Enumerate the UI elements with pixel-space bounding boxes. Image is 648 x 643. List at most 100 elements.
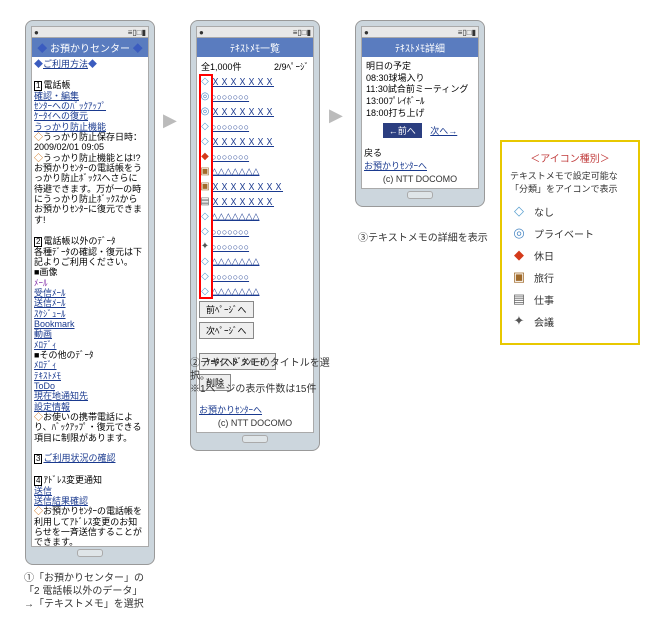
memo-row[interactable]: ▣ＸＸＸＸＸＸＸＸ xyxy=(199,179,311,194)
prev-button[interactable]: ←前へ xyxy=(383,123,422,138)
memo-title[interactable]: ○○○○○○○ xyxy=(211,242,311,252)
meeting-icon: ✦ xyxy=(510,313,528,329)
memo-title[interactable]: △△△△△△△ xyxy=(211,211,311,222)
none-icon: ◇ xyxy=(199,136,211,148)
section-otherdata: 電話帳以外のﾃﾞｰﾀ xyxy=(43,236,115,246)
link-settings[interactable]: 設定情報 xyxy=(34,402,146,412)
private-icon: ◎ xyxy=(199,106,211,118)
link-schedule[interactable]: ｽｹｼﾞｭｰﾙ xyxy=(34,309,146,319)
window-title: ﾃｷｽﾄﾒﾓ詳細 xyxy=(361,38,479,57)
link-todo[interactable]: ToDo xyxy=(34,381,146,391)
back-link[interactable]: お預かりｾﾝﾀｰへ xyxy=(199,403,311,416)
arrow-icon: ▶ xyxy=(329,105,343,126)
private-icon: ◎ xyxy=(199,91,211,103)
usage-heading[interactable]: ご利用方法 xyxy=(43,59,88,69)
link-location[interactable]: 現在地通知先 xyxy=(34,391,146,401)
scroll-button[interactable] xyxy=(242,435,268,443)
memo-row[interactable]: ▣△△△△△△△ xyxy=(199,164,311,179)
memo-row[interactable]: ◇ＸＸＸＸＸＸＸ xyxy=(199,74,311,89)
status-bar: ● ≡▯□▮ xyxy=(31,26,149,38)
memo-row[interactable]: ◎○○○○○○○ xyxy=(199,89,311,104)
memo-row[interactable]: ◇△△△△△△△ xyxy=(199,209,311,224)
misc-note: お使いの携帯電話により、ﾊﾞｯｸｱｯﾌﾟ・復元できる項目に制限があります。 xyxy=(34,412,141,443)
memo-row[interactable]: ◇△△△△△△△ xyxy=(199,254,311,269)
link-inbox[interactable]: 受信ﾒｰﾙ xyxy=(34,288,146,298)
memo-title[interactable]: ○○○○○○○ xyxy=(211,152,311,162)
next-link[interactable]: 次へ→ xyxy=(430,126,457,136)
memo-title[interactable]: ＸＸＸＸＸＸＸ xyxy=(211,135,311,148)
holiday-icon: ◆ xyxy=(510,247,528,263)
memo-row[interactable]: ◇ＸＸＸＸＸＸＸ xyxy=(199,134,311,149)
memo-row[interactable]: ▤ＸＸＸＸＸＸＸ xyxy=(199,194,311,209)
link-bookmark[interactable]: Bookmark xyxy=(34,319,146,329)
memo-row[interactable]: ✦○○○○○○○ xyxy=(199,239,311,254)
link-restore[interactable]: ｹｰﾀｲへの復元 xyxy=(34,111,146,121)
memo-row[interactable]: ◇○○○○○○○ xyxy=(199,269,311,284)
section-badge: 2 xyxy=(34,237,42,247)
none-icon: ◇ xyxy=(199,271,211,283)
link-edit[interactable]: 確認・編集 xyxy=(34,91,146,101)
memo-title[interactable]: △△△△△△△ xyxy=(211,166,311,177)
otherdata-note: 各種ﾃﾞｰﾀの確認・復元は下記よりご利用ください。 xyxy=(34,247,146,268)
memo-title[interactable]: ○○○○○○○ xyxy=(211,92,311,102)
none-icon: ◇ xyxy=(510,203,528,219)
detail-line: 明日の予定 xyxy=(366,61,474,73)
prev-page-button[interactable]: 前ﾍﾟｰｼﾞへ xyxy=(199,301,254,318)
ukkari-note: うっかり防止機能とは!? xyxy=(43,153,141,163)
travel-icon: ▣ xyxy=(199,166,211,178)
memo-row[interactable]: ◇○○○○○○○ xyxy=(199,224,311,239)
back-link[interactable]: お預かりｾﾝﾀｰへ xyxy=(364,159,476,172)
link-ukkari[interactable]: うっかり防止機能 xyxy=(34,122,146,132)
memo-row[interactable]: ◆○○○○○○○ xyxy=(199,149,311,164)
private-icon: ◎ xyxy=(510,225,528,241)
link-sent[interactable]: 送信ﾒｰﾙ xyxy=(34,298,146,308)
link-video[interactable]: 動画 xyxy=(34,329,146,339)
memo-title[interactable]: △△△△△△△ xyxy=(211,286,311,297)
legend-row: ▣旅行 xyxy=(510,269,630,285)
legend-row: ◆休日 xyxy=(510,247,630,263)
scroll-button[interactable] xyxy=(407,191,433,199)
detail-line: 18:00打ち上げ xyxy=(366,108,474,120)
memo-title[interactable]: ○○○○○○○ xyxy=(211,122,311,132)
link-backup[interactable]: ｾﾝﾀｰへのﾊﾞｯｸｱｯﾌﾟ xyxy=(34,101,146,111)
work-icon: ▤ xyxy=(510,291,528,307)
next-page-button[interactable]: 次ﾍﾟｰｼﾞへ xyxy=(199,322,254,339)
memo-row[interactable]: ◇△△△△△△△ xyxy=(199,284,311,299)
phone-1: ● ≡▯□▮ ◆ お預かりセンター ◆ ◆ご利用方法◆ 1電話帳 確認・編集 ｾ… xyxy=(25,20,155,565)
memo-title[interactable]: ＸＸＸＸＸＸＸ xyxy=(211,195,311,208)
none-icon: ◇ xyxy=(199,211,211,223)
ukkari-label: うっかり防止保存日時： xyxy=(43,132,142,142)
memo-title[interactable]: ＸＸＸＸＸＸＸＸ xyxy=(211,180,311,193)
memo-title[interactable]: ○○○○○○○ xyxy=(211,227,311,237)
memo-title[interactable]: ＸＸＸＸＸＸＸ xyxy=(211,105,311,118)
link-melody[interactable]: ﾒﾛﾃﾞｨ xyxy=(34,340,146,350)
link-send[interactable]: 送信 xyxy=(34,486,146,496)
link-textmemo[interactable]: ﾃｷｽﾄﾒﾓ xyxy=(34,371,146,381)
memo-title[interactable]: ○○○○○○○ xyxy=(211,272,311,282)
caption-2: ②テキストメモのタイトルを選択。 ※1ページの表示件数は15件 xyxy=(190,357,330,396)
mail-h: ﾒｰﾙ xyxy=(34,278,146,288)
none-icon: ◇ xyxy=(199,286,211,298)
memo-title[interactable]: △△△△△△△ xyxy=(211,256,311,267)
link-melody2[interactable]: ﾒﾛﾃﾞｨ xyxy=(34,360,146,370)
memo-row[interactable]: ◎ＸＸＸＸＸＸＸ xyxy=(199,104,311,119)
section-badge: 3 xyxy=(34,454,42,464)
memo-row[interactable]: ◇○○○○○○○ xyxy=(199,119,311,134)
diamond-icon: ◆ xyxy=(37,44,47,55)
memo-list: ◇ＸＸＸＸＸＸＸ◎○○○○○○○◎ＸＸＸＸＸＸＸ◇○○○○○○○◇ＸＸＸＸＸＸＸ… xyxy=(199,74,311,299)
section-badge: 1 xyxy=(34,81,42,91)
memo-title[interactable]: ＸＸＸＸＸＸＸ xyxy=(211,75,311,88)
screen: 明日の予定08:30球場入り11:30試合前ミーティング13:00ﾌﾟﾚｲﾎﾞｰ… xyxy=(361,57,479,189)
link-usage-status[interactable]: ご利用状況の確認 xyxy=(43,453,115,463)
status-bar: ● ≡▯□▮ xyxy=(361,26,479,38)
scroll-button[interactable] xyxy=(77,549,103,557)
legend-label: 仕事 xyxy=(534,292,554,307)
misc-h: その他のﾃﾞｰﾀ xyxy=(39,350,93,360)
legend-row: ✦会議 xyxy=(510,313,630,329)
legend-label: プライベート xyxy=(534,226,594,241)
legend-label: 旅行 xyxy=(534,270,554,285)
link-send-result[interactable]: 送信結果確認 xyxy=(34,496,146,506)
arrow-icon: ▶ xyxy=(163,110,177,131)
section-phonebook: 電話帳 xyxy=(43,80,70,90)
title-text: お預かりセンター xyxy=(50,44,130,55)
